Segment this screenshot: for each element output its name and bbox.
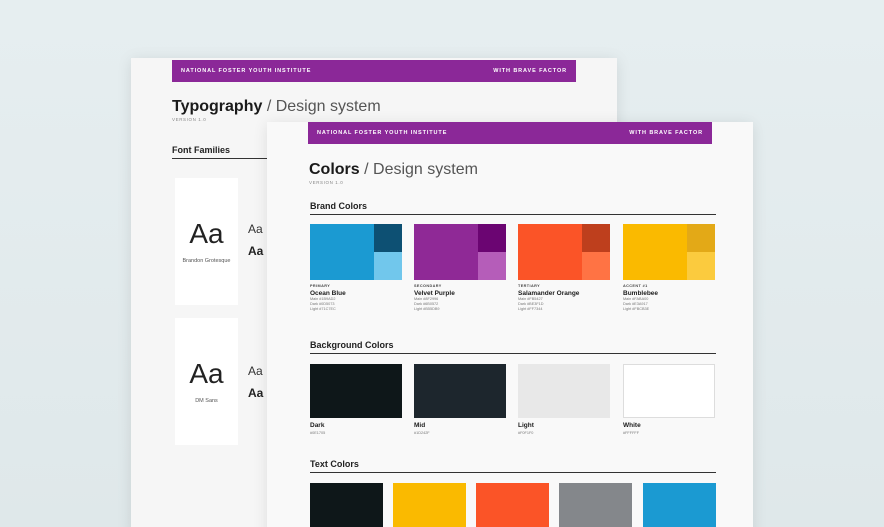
font-regular-sample: Aa xyxy=(248,222,263,236)
page-title-bold: Typography xyxy=(172,98,263,115)
background-swatch xyxy=(518,364,610,418)
swatch-light xyxy=(582,252,610,280)
font-name: Brandon Grotesque xyxy=(182,257,231,264)
swatch-name: Light xyxy=(518,422,534,429)
swatch-dark xyxy=(582,224,610,252)
section-heading-background-colors: Background Colors xyxy=(310,340,394,350)
swatch-role: ACCENT #1 xyxy=(623,284,648,288)
brand-swatch xyxy=(518,224,610,280)
swatch-dark xyxy=(687,224,715,252)
font-bold-sample: Aa xyxy=(248,386,264,400)
swatch-hex-light: Light #B55DB9 xyxy=(414,307,440,312)
page-title-bold: Colors xyxy=(309,161,360,178)
swatch-dark xyxy=(374,224,402,252)
brand-swatch-label: ACCENT #1 Bumblebee Main #FABA00 Dark #E3A9… xyxy=(623,284,715,313)
banner-org-name: NATIONAL FOSTER YOUTH INSTITUTE xyxy=(317,130,448,136)
swatch-hex: #0E1705 xyxy=(310,431,326,435)
swatch-hex-light: Light #71C7EC xyxy=(310,307,336,312)
page-title: Typography / Design system xyxy=(172,98,381,116)
font-card-brandon: Aa Brandon Grotesque xyxy=(175,178,238,305)
brand-swatch-label: PRIMARY Ocean Blue Main #1B9AD2 Dark #0D507… xyxy=(310,284,402,313)
swatch-name: Mid xyxy=(414,422,426,429)
brand-swatch xyxy=(414,224,506,280)
text-color-swatch xyxy=(559,483,632,527)
background-swatch xyxy=(623,364,715,418)
version-label: VERSION 1.0 xyxy=(172,117,207,122)
section-rule xyxy=(310,472,716,473)
swatch-name: Bumblebee xyxy=(623,290,659,297)
version-label: VERSION 1.0 xyxy=(309,180,344,185)
page-title: Colors / Design system xyxy=(309,161,478,179)
swatch-light xyxy=(687,252,715,280)
typography-banner: NATIONAL FOSTER YOUTH INSTITUTE WITH BRA… xyxy=(172,60,576,82)
swatch-name: White xyxy=(623,422,641,429)
section-heading-brand-colors: Brand Colors xyxy=(310,201,368,211)
swatch-main xyxy=(414,224,478,280)
text-color-swatch xyxy=(393,483,466,527)
swatch-hex: #F0F1F0 xyxy=(518,431,534,435)
swatch-dark xyxy=(478,224,506,252)
section-rule xyxy=(172,158,272,159)
brand-swatch xyxy=(310,224,402,280)
brand-swatch-label: SECONDARY Velvet Purple Main #8F2996 Dark #… xyxy=(414,284,506,313)
text-color-swatch xyxy=(310,483,383,527)
section-heading-font-families: Font Families xyxy=(172,145,231,155)
swatch-role: PRIMARY xyxy=(310,284,331,288)
text-color-swatch xyxy=(643,483,716,527)
background-swatch-label: Mid #1D242F xyxy=(414,422,430,435)
background-swatch-label: White #FFFFFF xyxy=(623,422,641,435)
swatch-role: SECONDARY xyxy=(414,284,442,288)
section-rule xyxy=(310,214,716,215)
page-title-suffix: / Design system xyxy=(266,98,381,115)
swatch-hex: #1D242F xyxy=(414,431,430,435)
font-regular-sample: Aa xyxy=(248,364,263,378)
swatch-hex-light: Light #FF7344 xyxy=(518,307,543,312)
swatch-main xyxy=(518,224,582,280)
font-name: DM Sans xyxy=(195,397,218,404)
background-swatch xyxy=(414,364,506,418)
brand-swatch xyxy=(623,224,715,280)
text-color-swatch xyxy=(476,483,549,527)
background-swatch-label: Light #F0F1F0 xyxy=(518,422,534,435)
swatch-name: Velvet Purple xyxy=(414,290,455,297)
section-heading-text-colors: Text Colors xyxy=(310,459,359,469)
colors-banner: NATIONAL FOSTER YOUTH INSTITUTE WITH BRA… xyxy=(308,122,712,144)
swatch-hex: #FFFFFF xyxy=(623,431,640,435)
font-sample: Aa xyxy=(189,217,224,249)
background-swatch-label: Dark #0E1705 xyxy=(310,422,325,435)
swatch-main xyxy=(623,224,687,280)
swatch-role: TERTIARY xyxy=(518,284,541,288)
font-bold-sample: Aa xyxy=(248,244,264,258)
swatch-hex-light: Light #FBCB3E xyxy=(623,307,650,312)
font-sample: Aa xyxy=(189,357,224,389)
page-title-suffix: / Design system xyxy=(364,161,478,178)
swatch-light xyxy=(478,252,506,280)
colors-page: NATIONAL FOSTER YOUTH INSTITUTE WITH BRA… xyxy=(267,122,753,527)
swatch-main xyxy=(310,224,374,280)
swatch-name: Ocean Blue xyxy=(310,290,346,297)
background-swatch xyxy=(310,364,402,418)
font-card-dm-sans: Aa DM Sans xyxy=(175,318,238,445)
section-rule xyxy=(310,353,716,354)
banner-agency: WITH BRAVE FACTOR xyxy=(493,68,567,74)
banner-org-name: NATIONAL FOSTER YOUTH INSTITUTE xyxy=(181,68,312,74)
brand-swatch-label: TERTIARY Salamander Orange Main #FB5427 Dar… xyxy=(518,284,610,313)
banner-agency: WITH BRAVE FACTOR xyxy=(629,130,703,136)
swatch-name: Dark xyxy=(310,422,325,429)
swatch-name: Salamander Orange xyxy=(518,290,580,297)
swatch-light xyxy=(374,252,402,280)
